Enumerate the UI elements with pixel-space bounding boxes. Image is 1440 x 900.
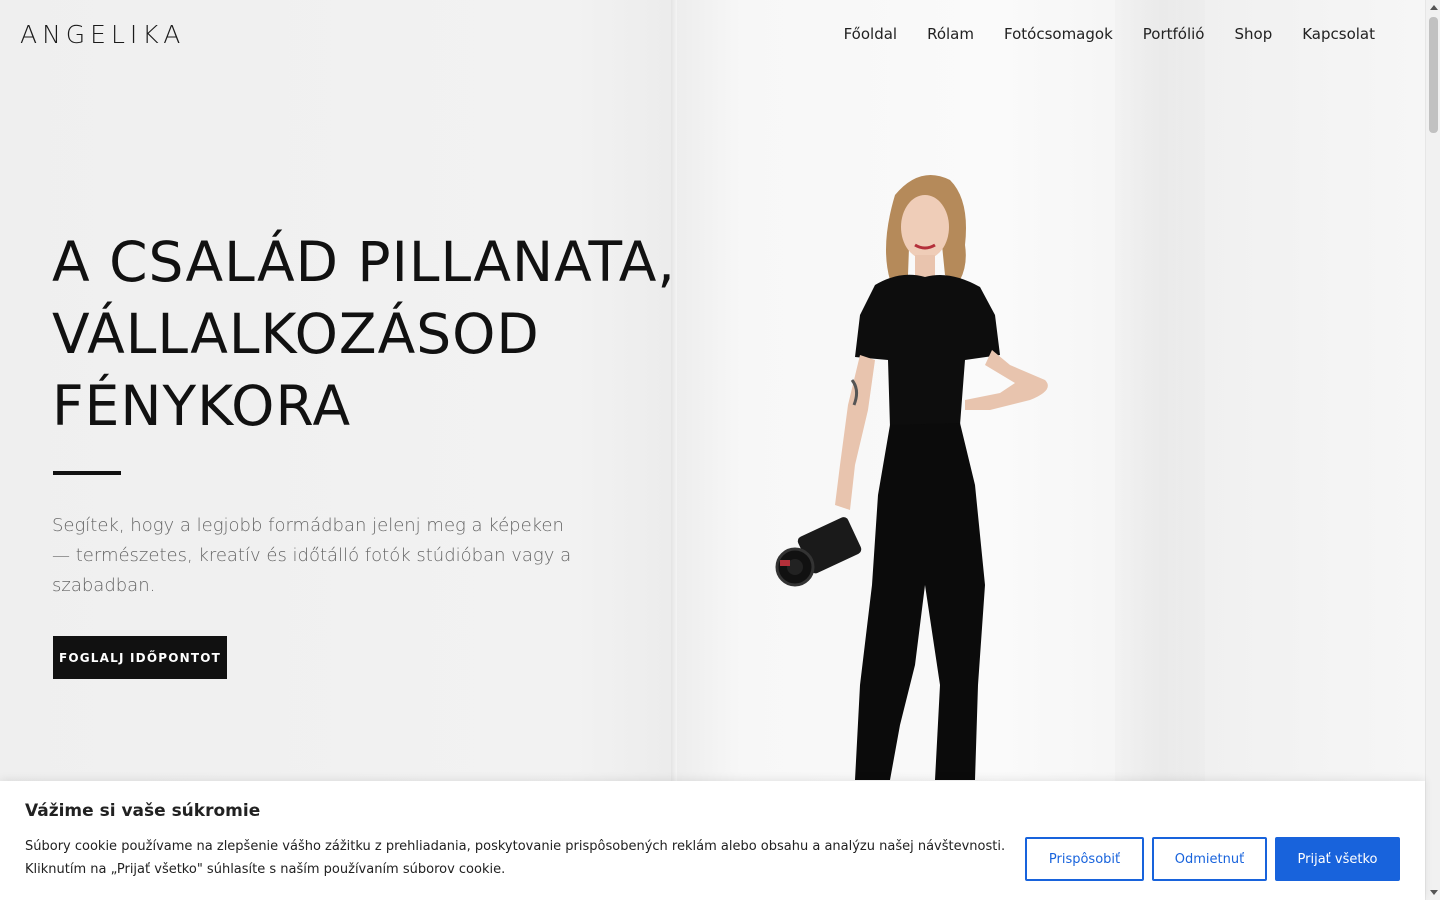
nav-item-contact[interactable]: Kapcsolat <box>1302 25 1375 43</box>
cookie-text: Súbory cookie používame na zlepšenie váš… <box>25 839 1006 877</box>
scroll-thumb[interactable] <box>1429 17 1438 133</box>
accept-all-cookies-button[interactable]: Prijať všetko <box>1275 837 1400 881</box>
nav-item-about[interactable]: Rólam <box>927 25 974 43</box>
headline-line: VÁLLALKOZÁSOD <box>52 302 540 366</box>
headline-divider <box>53 471 121 475</box>
customize-cookies-button[interactable]: Prispôsobiť <box>1025 837 1144 881</box>
wall-edge <box>671 0 677 900</box>
nav-item-portfolio[interactable]: Portfólió <box>1143 25 1205 43</box>
headline-line: FÉNYKORA <box>52 374 352 438</box>
cookie-title: Vážime si vaše súkromie <box>25 801 261 821</box>
hero-photo <box>775 175 1048 780</box>
nav-item-home[interactable]: Főoldal <box>844 25 898 43</box>
headline-line: A CSALÁD PILLANATA, <box>52 230 676 294</box>
scroll-down-arrow-icon[interactable] <box>1430 890 1438 895</box>
wall-shadow <box>1115 0 1205 900</box>
main-nav: Főoldal Rólam Fotócsomagok Portfólió Sho… <box>844 25 1375 43</box>
hero-headline: A CSALÁD PILLANATA, VÁLLALKOZÁSOD FÉNYKO… <box>52 226 676 442</box>
site-logo[interactable]: ANGELIKA <box>20 20 185 49</box>
reject-cookies-button[interactable]: Odmietnuť <box>1152 837 1267 881</box>
scroll-up-arrow-icon[interactable] <box>1430 5 1438 10</box>
cookie-banner: Vážime si vaše súkromie Súbory cookie po… <box>0 781 1425 900</box>
hero-section: ANGELIKA Főoldal Rólam Fotócsomagok Port… <box>0 0 1425 900</box>
nav-item-shop[interactable]: Shop <box>1234 25 1272 43</box>
nav-item-packages[interactable]: Fotócsomagok <box>1004 25 1113 43</box>
page-scrollbar[interactable] <box>1425 0 1440 900</box>
book-appointment-button[interactable]: FOGLALJ IDŐPONTOT <box>53 636 227 679</box>
hero-subtext: Segítek, hogy a legjobb formádban jelenj… <box>52 515 572 596</box>
